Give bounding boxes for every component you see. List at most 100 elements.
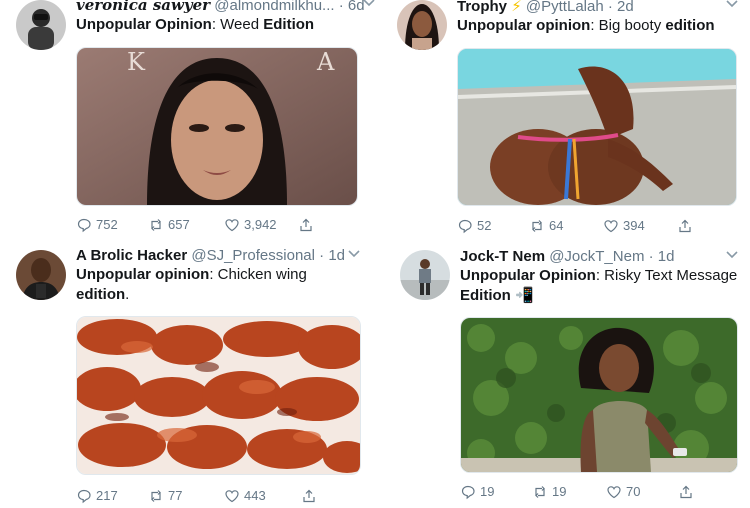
text-bold: Unpopular opinion [76,266,210,283]
reply-button[interactable]: 52 [457,216,491,236]
share-button[interactable] [301,486,317,506]
chevron-down-icon[interactable] [724,0,740,12]
phone-emoji: 📲 [515,287,534,304]
timestamp[interactable]: 1d [658,248,675,265]
share-button[interactable] [678,482,694,502]
reply-icon [461,485,475,500]
avatar[interactable] [400,250,450,300]
chevron-down-icon[interactable] [724,247,740,263]
svg-text:A: A [316,48,335,76]
avatar[interactable] [397,0,447,50]
reply-count: 52 [477,218,492,233]
reply-count: 752 [96,217,118,232]
heart-icon [225,219,239,232]
tweet-actions: 19 19 70 [460,482,736,502]
tweet-photo[interactable] [460,317,738,473]
heart-icon [607,486,621,499]
avatar[interactable] [16,0,66,50]
share-icon [680,485,692,499]
separator: · [607,0,613,15]
chevron-down-icon[interactable] [361,0,377,11]
tweet-photo[interactable] [457,48,737,206]
like-count: 443 [244,488,266,503]
text-bold: Unpopular Opinion [460,267,596,284]
retweet-icon [535,486,545,498]
like-count: 3,942 [244,217,277,232]
tweet-actions: 752 657 3,942 [76,215,356,235]
retweet-icon [151,490,161,502]
like-count: 394 [623,218,645,233]
author-name[interactable]: Jock-T Nem [460,248,545,265]
separator: · [338,0,344,14]
reply-icon [77,218,91,233]
reply-button[interactable]: 752 [76,215,118,235]
author-name[interactable]: Trophy [457,0,507,15]
tweet-text: Unpopular opinion: Big booty edition [457,16,750,36]
tweet-header: veronica sawyer @almondmilkhu... · 6d [76,0,376,14]
author-handle[interactable]: @SJ_Professional [191,247,315,264]
share-icon [300,218,312,232]
text-bold-2: edition [76,286,126,303]
text-bold: Unpopular Opinion [76,16,212,33]
reply-icon [77,489,91,504]
reply-button[interactable]: 19 [460,482,494,502]
text-rest: : Weed [211,16,264,33]
like-button[interactable]: 70 [606,482,640,502]
retweet-button[interactable]: 64 [529,216,563,236]
author-handle[interactable]: @JockT_Nem [549,248,644,265]
retweet-icon [151,219,161,231]
retweet-count: 77 [168,488,183,503]
like-count: 70 [626,484,641,499]
tweet-header: A Brolic Hacker @SJ_Professional · 1d [76,247,376,265]
tweet-actions: 52 64 394 [457,216,735,236]
like-button[interactable]: 3,942 [224,215,277,235]
tweet-1[interactable]: veronica sawyer @almondmilkhu... · 6d Un… [16,0,386,250]
timestamp[interactable]: 1d [328,247,345,264]
reply-button[interactable]: 217 [76,486,118,506]
separator: · [648,248,654,265]
share-icon [303,489,315,503]
tweet-text: Unpopular opinion: Chicken wing edition. [76,265,336,305]
tweet-photo[interactable] [76,316,361,475]
tweet-header: Trophy ⚡ @PyttLalah · 2d [457,0,750,16]
heart-icon [604,220,618,233]
tweet-header: Jock-T Nem @JockT_Nem · 1d [460,248,750,266]
tweet-text: Unpopular Opinion: Weed Edition [76,15,376,35]
tweet-3[interactable]: A Brolic Hacker @SJ_Professional · 1d Un… [16,247,386,504]
author-name[interactable]: A Brolic Hacker [76,247,187,264]
author-handle[interactable]: @almondmilkhu... [214,0,334,14]
svg-text:K: K [127,48,146,76]
tweet-text: Unpopular Opinion: Risky Text Message Ed… [460,266,750,306]
share-icon [679,219,691,233]
share-button[interactable] [677,216,693,236]
retweet-icon [532,220,542,232]
text-bold-2: Edition [263,16,315,33]
like-button[interactable]: 443 [224,486,266,506]
lightning-emoji: ⚡ [511,0,522,15]
text-tail: . [125,286,130,303]
text-bold-2: edition [665,17,715,34]
share-button[interactable] [298,215,314,235]
retweet-count: 64 [549,218,564,233]
retweet-count: 19 [552,484,567,499]
text-bold: Unpopular opinion [457,17,591,34]
retweet-button[interactable]: 77 [148,486,182,506]
reply-count: 217 [96,488,118,503]
text-rest: : Big booty [590,17,666,34]
text-rest: : Chicken wing [209,266,307,283]
tweet-2[interactable]: Trophy ⚡ @PyttLalah · 2d Unpopular opini… [397,0,750,250]
text-bold-2: Edition [460,287,511,304]
timestamp[interactable]: 2d [617,0,634,15]
retweet-button[interactable]: 657 [148,215,190,235]
tweet-photo[interactable]: K A [76,47,358,206]
reply-count: 19 [480,484,495,499]
text-rest: : Risky Text Message [595,267,738,284]
author-handle[interactable]: @PyttLalah [526,0,604,15]
like-button[interactable]: 394 [603,216,645,236]
chevron-down-icon[interactable] [346,246,362,262]
retweet-button[interactable]: 19 [532,482,566,502]
tweet-4[interactable]: Jock-T Nem @JockT_Nem · 1d Unpopular Opi… [400,247,750,502]
avatar[interactable] [16,250,66,300]
author-name[interactable]: veronica sawyer [76,0,210,14]
retweet-count: 657 [168,217,190,232]
